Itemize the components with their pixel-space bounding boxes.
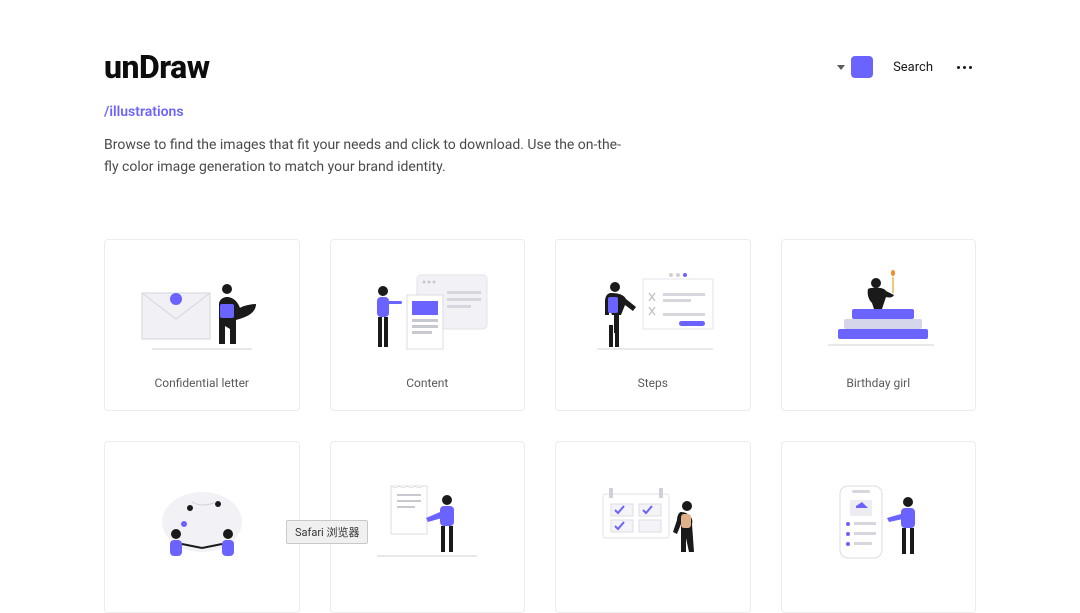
page-subtitle: /illustrations [104, 104, 976, 120]
card-content[interactable]: Content [330, 239, 526, 411]
card-confidential-letter[interactable]: Confidential letter [104, 239, 300, 411]
illustration-item-7-icon [572, 462, 734, 584]
illustration-confidential-letter-icon [121, 260, 283, 368]
dock-tooltip: Safari 浏览器 [286, 520, 368, 544]
illustration-item-5-icon [121, 462, 283, 584]
color-swatch [851, 56, 873, 78]
illustration-item-8-icon [798, 462, 960, 584]
header: unDraw Search [104, 48, 976, 86]
card-title: Confidential letter [154, 376, 249, 390]
card-steps[interactable]: Steps [555, 239, 751, 411]
illustration-item-6-icon [347, 462, 509, 584]
search-link[interactable]: Search [893, 60, 933, 75]
illustrations-grid: Confidential letter [104, 239, 976, 613]
card-item-8[interactable] [781, 441, 977, 613]
card-birthday-girl[interactable]: Birthday girl [781, 239, 977, 411]
more-menu-icon[interactable] [953, 62, 976, 73]
illustration-birthday-girl-icon [798, 260, 960, 368]
caret-down-icon [837, 65, 845, 70]
logo: unDraw [104, 48, 210, 86]
nav: Search [837, 56, 976, 78]
card-title: Birthday girl [846, 376, 910, 390]
card-title: Content [406, 376, 448, 390]
illustration-content-icon [347, 260, 509, 368]
card-title: Steps [638, 376, 668, 390]
card-item-7[interactable] [555, 441, 751, 613]
illustration-steps-icon [572, 260, 734, 368]
page-description: Browse to find the images that fit your … [104, 134, 624, 179]
card-item-5[interactable] [104, 441, 300, 613]
color-picker[interactable] [837, 56, 873, 78]
